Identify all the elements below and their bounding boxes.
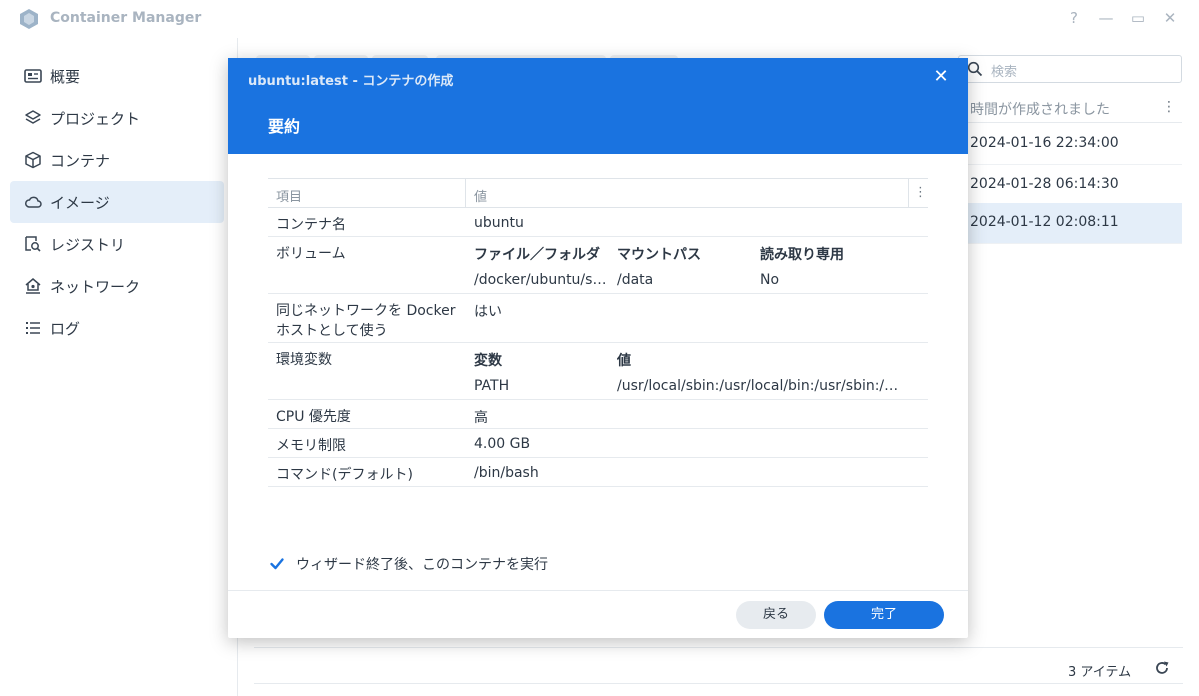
dialog-title: ubuntu:latest - コンテナの作成 (248, 74, 454, 89)
header-item: 項目 (276, 190, 303, 205)
column-divider (908, 179, 909, 208)
row-value: ubuntu (474, 215, 524, 231)
table-row: CPU 優先度 高 (268, 400, 928, 429)
row-value: 高 (474, 410, 488, 426)
env-header-variable: 変数 (474, 353, 502, 369)
row-key: ボリューム (276, 246, 346, 262)
volume-folder: /docker/ubuntu/ser... (474, 272, 614, 288)
volume-readonly: No (760, 272, 780, 288)
row-key: コマンド(デフォルト) (276, 467, 413, 483)
row-value: はい (474, 304, 502, 320)
summary-table-header: 項目 値 ⋮ (268, 178, 928, 208)
table-row: ボリューム ファイル／フォルダ マウントパス 読み取り専用 /docker/ub… (268, 237, 928, 294)
step-title: 要約 (268, 117, 301, 136)
row-key: メモリ制限 (276, 438, 346, 454)
row-key: 同じネットワークを Docker ホストとして使う (276, 303, 456, 339)
column-menu-icon[interactable]: ⋮ (914, 185, 927, 200)
table-row: メモリ制限 4.00 GB (268, 429, 928, 458)
table-row: コマンド(デフォルト) /bin/bash (268, 458, 928, 487)
volume-mount-path: /data (617, 272, 654, 288)
row-value: 4.00 GB (474, 436, 531, 452)
table-row: 環境変数 変数 値 PATH /usr/local/sbin:/usr/loca… (268, 343, 928, 400)
dialog-footer: 戻る 完了 (228, 590, 968, 638)
create-container-dialog: ubuntu:latest - コンテナの作成 要約 ✕ 項目 値 ⋮ コンテナ… (228, 58, 968, 638)
row-key: 環境変数 (276, 352, 332, 368)
dialog-header: ubuntu:latest - コンテナの作成 要約 ✕ (228, 58, 968, 154)
env-variable: PATH (474, 378, 510, 394)
summary-table: 項目 値 ⋮ コンテナ名 ubuntu ボリューム ファイル／フォルダ マウント… (268, 178, 928, 487)
row-key: CPU 優先度 (276, 409, 351, 425)
run-after-wizard-label: ウィザード終了後、このコンテナを実行 (296, 557, 548, 573)
done-button[interactable]: 完了 (824, 601, 944, 629)
close-icon[interactable]: ✕ (932, 68, 950, 86)
volume-header-folder: ファイル／フォルダ (474, 247, 600, 263)
table-row: コンテナ名 ubuntu (268, 208, 928, 237)
row-key: コンテナ名 (276, 217, 346, 233)
volume-header-readonly: 読み取り専用 (760, 247, 844, 263)
table-row: 同じネットワークを Docker ホストとして使う はい (268, 294, 928, 343)
column-divider (465, 179, 466, 208)
back-button[interactable]: 戻る (736, 601, 816, 629)
env-header-value: 値 (617, 353, 631, 369)
header-value: 値 (474, 190, 488, 205)
volume-header-mount: マウントパス (617, 247, 701, 263)
env-value: /usr/local/sbin:/usr/local/bin:/usr/sbin… (617, 378, 903, 394)
row-value: /bin/bash (474, 465, 539, 481)
run-after-wizard-checkbox[interactable] (268, 555, 286, 573)
